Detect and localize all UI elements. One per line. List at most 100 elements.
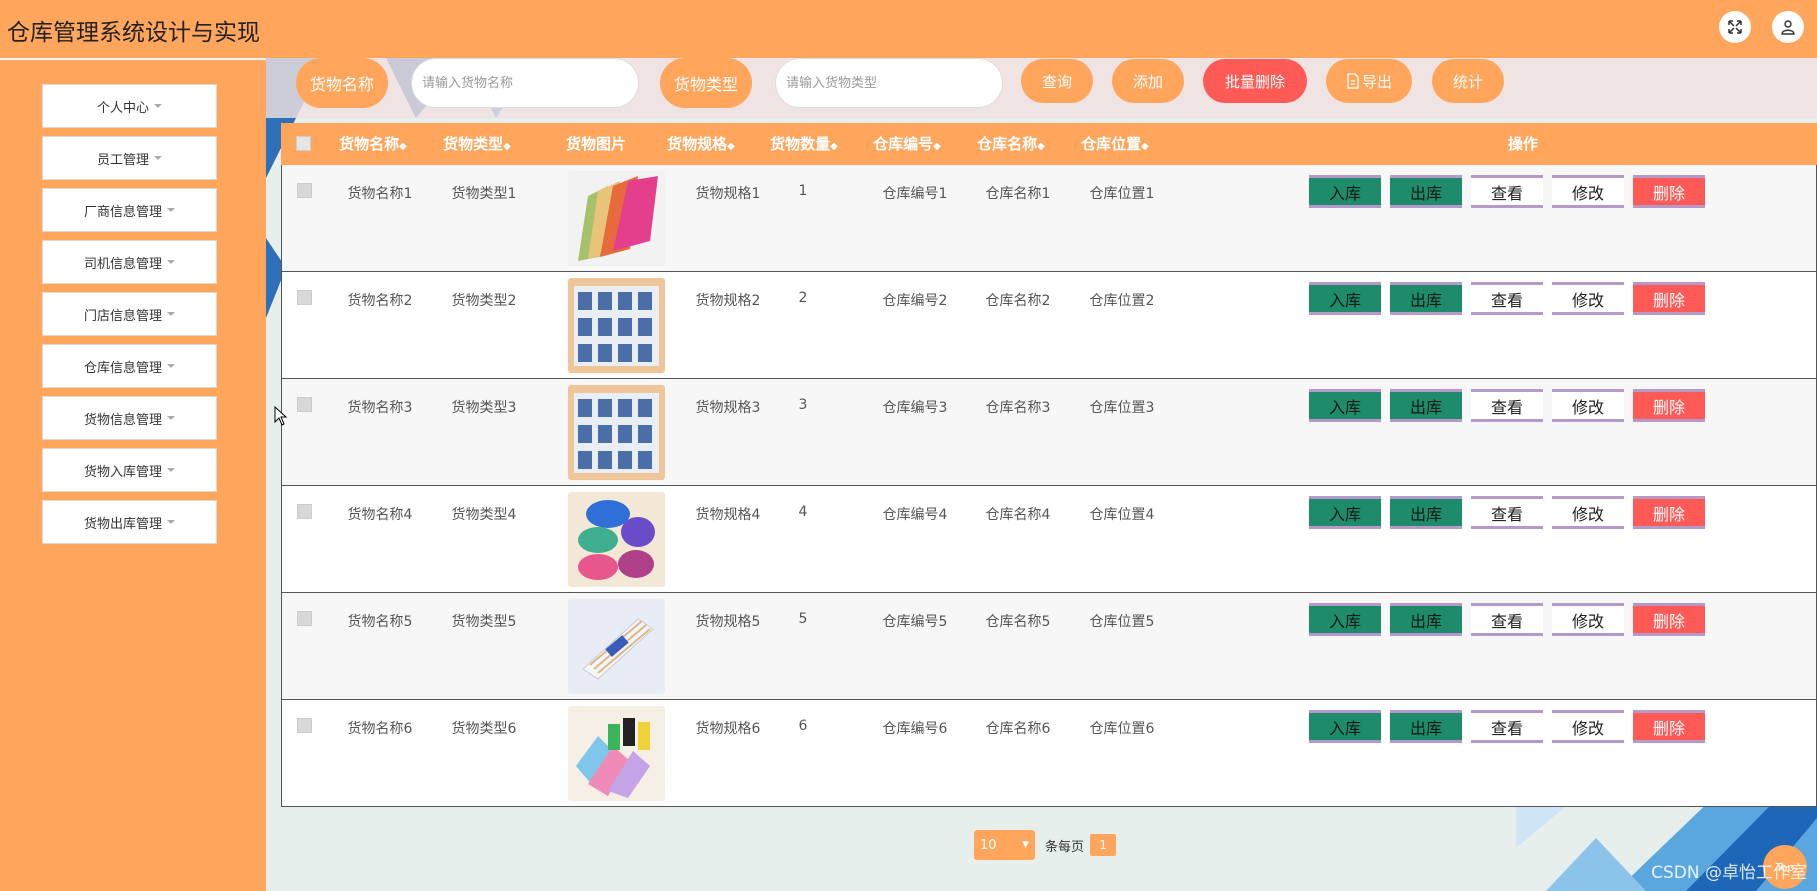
outbound-button[interactable]: 出库 <box>1390 496 1462 529</box>
outbound-button[interactable]: 出库 <box>1390 175 1462 208</box>
page-size-select[interactable]: 10 ▼ <box>974 830 1035 860</box>
top-header: 仓库管理系统设计与实现 <box>0 0 1817 58</box>
delete-button[interactable]: 删除 <box>1633 603 1705 636</box>
chevron-down-icon: ▼ <box>1022 840 1029 850</box>
sidebar-item-goods[interactable]: 货物信息管理 <box>42 396 217 440</box>
sidebar-item-label: 员工管理 <box>96 152 149 168</box>
cell-goods-spec: 货物规格6 <box>695 721 761 737</box>
view-button[interactable]: 查看 <box>1471 710 1543 743</box>
inbound-button[interactable]: 入库 <box>1309 175 1381 208</box>
sidebar-item-warehouses[interactable]: 仓库信息管理 <box>42 344 217 388</box>
add-button[interactable]: 添加 <box>1112 59 1184 103</box>
cell-warehouse-no: 仓库编号6 <box>882 721 948 737</box>
export-button[interactable]: 导出 <box>1326 59 1412 103</box>
cell-goods-qty: 6 <box>798 718 808 734</box>
cell-goods-qty: 3 <box>798 397 808 413</box>
view-button[interactable]: 查看 <box>1471 603 1543 636</box>
column-header-warehouse-name[interactable]: 仓库名称◆ <box>973 123 1049 165</box>
row-checkbox[interactable] <box>297 183 312 198</box>
goods-table: 货物名称◆ 货物类型◆ 货物图片 货物规格◆ 货物数量◆ 仓库编号◆ 仓库名称◆… <box>281 123 1817 807</box>
delete-button[interactable]: 删除 <box>1633 389 1705 422</box>
fullscreen-button[interactable] <box>1719 11 1751 43</box>
sidebar-item-goods-outbound[interactable]: 货物出库管理 <box>42 500 217 544</box>
edit-button[interactable]: 修改 <box>1552 175 1624 208</box>
goods-type-label: 货物类型 <box>660 58 752 108</box>
edit-button[interactable]: 修改 <box>1552 282 1624 315</box>
outbound-button[interactable]: 出库 <box>1390 603 1462 636</box>
inbound-button[interactable]: 入库 <box>1309 282 1381 315</box>
cell-goods-type: 货物类型3 <box>451 400 517 416</box>
delete-button[interactable]: 删除 <box>1633 282 1705 315</box>
cell-goods-spec: 货物规格3 <box>695 400 761 416</box>
outbound-button[interactable]: 出库 <box>1390 389 1462 422</box>
app-title: 仓库管理系统设计与实现 <box>7 20 260 46</box>
cell-goods-name: 货物名称4 <box>347 507 413 523</box>
sidebar-item-label: 厂商信息管理 <box>83 204 162 220</box>
edit-button[interactable]: 修改 <box>1552 710 1624 743</box>
delete-button[interactable]: 删除 <box>1633 175 1705 208</box>
page-number[interactable]: 1 <box>1090 834 1117 856</box>
edit-button[interactable]: 修改 <box>1552 496 1624 529</box>
delete-button[interactable]: 删除 <box>1633 496 1705 529</box>
column-header-warehouse-location[interactable]: 仓库位置◆ <box>1077 123 1153 165</box>
outbound-button[interactable]: 出库 <box>1390 710 1462 743</box>
column-header-actions: 操作 <box>1507 135 1538 153</box>
edit-button[interactable]: 修改 <box>1552 603 1624 636</box>
outbound-button[interactable]: 出库 <box>1390 282 1462 315</box>
inbound-button[interactable]: 入库 <box>1309 496 1381 529</box>
sidebar-item-label: 货物入库管理 <box>83 464 162 480</box>
delete-button[interactable]: 删除 <box>1633 710 1705 743</box>
edit-button[interactable]: 修改 <box>1552 389 1624 422</box>
view-button[interactable]: 查看 <box>1471 496 1543 529</box>
user-icon <box>1781 20 1795 35</box>
view-button[interactable]: 查看 <box>1471 389 1543 422</box>
table-row: 货物名称5 货物类型5 货物规格5 5 仓库编号5 仓库名称5 仓库位置5 入库… <box>281 593 1817 700</box>
goods-type-input[interactable] <box>775 58 1003 108</box>
sidebar-item-personal-center[interactable]: 个人中心 <box>42 84 217 128</box>
query-button[interactable]: 查询 <box>1021 59 1093 103</box>
table-row: 货物名称3 货物类型3 货物规格3 3 仓库编号3 仓库名称3 仓库位置3 入库… <box>281 379 1817 486</box>
sidebar-item-drivers[interactable]: 司机信息管理 <box>42 240 217 284</box>
row-checkbox[interactable] <box>297 397 312 412</box>
document-icon <box>1347 73 1359 89</box>
column-header-goods-qty[interactable]: 货物数量◆ <box>766 123 842 165</box>
column-header-warehouse-no[interactable]: 仓库编号◆ <box>869 123 945 165</box>
inbound-button[interactable]: 入库 <box>1309 710 1381 743</box>
sidebar-item-label: 司机信息管理 <box>83 256 162 272</box>
cell-warehouse-location: 仓库位置1 <box>1089 186 1155 202</box>
sidebar-item-goods-inbound[interactable]: 货物入库管理 <box>42 448 217 492</box>
row-checkbox[interactable] <box>297 718 312 733</box>
inbound-button[interactable]: 入库 <box>1309 389 1381 422</box>
chevron-down-icon <box>167 208 175 212</box>
cell-warehouse-location: 仓库位置6 <box>1089 721 1155 737</box>
user-button[interactable] <box>1772 11 1804 43</box>
chevron-down-icon <box>154 104 162 108</box>
view-button[interactable]: 查看 <box>1471 282 1543 315</box>
inbound-button[interactable]: 入库 <box>1309 603 1381 636</box>
row-checkbox[interactable] <box>297 504 312 519</box>
sidebar-item-vendors[interactable]: 厂商信息管理 <box>42 188 217 232</box>
row-checkbox[interactable] <box>297 611 312 626</box>
row-checkbox[interactable] <box>297 290 312 305</box>
cell-goods-type: 货物类型2 <box>451 293 517 309</box>
cell-goods-spec: 货物规格4 <box>695 507 761 523</box>
column-header-goods-spec[interactable]: 货物规格◆ <box>663 123 739 165</box>
table-row: 货物名称6 货物类型6 货物规格6 6 仓库编号6 仓库名称6 仓库位置6 入库… <box>281 700 1817 807</box>
sidebar-item-employees[interactable]: 员工管理 <box>42 136 217 180</box>
goods-name-input[interactable] <box>411 58 639 108</box>
sidebar-item-stores[interactable]: 门店信息管理 <box>42 292 217 336</box>
goods-image <box>568 706 665 801</box>
column-header-goods-type[interactable]: 货物类型◆ <box>439 123 515 165</box>
table-row: 货物名称4 货物类型4 货物规格4 4 仓库编号4 仓库名称4 仓库位置4 入库… <box>281 486 1817 593</box>
cell-warehouse-name: 仓库名称2 <box>985 293 1051 309</box>
select-all-checkbox[interactable] <box>296 136 311 151</box>
batch-delete-button[interactable]: 批量删除 <box>1203 59 1307 103</box>
sort-icon: ◆ <box>1141 141 1149 152</box>
stats-button[interactable]: 统计 <box>1432 59 1504 103</box>
view-button[interactable]: 查看 <box>1471 175 1543 208</box>
goods-image <box>568 171 665 266</box>
sidebar: 个人中心 员工管理 厂商信息管理 司机信息管理 门店信息管理 仓库信息管理 货物… <box>0 58 266 891</box>
goods-image <box>568 599 665 694</box>
goods-image <box>568 385 665 480</box>
column-header-goods-name[interactable]: 货物名称◆ <box>335 123 411 165</box>
